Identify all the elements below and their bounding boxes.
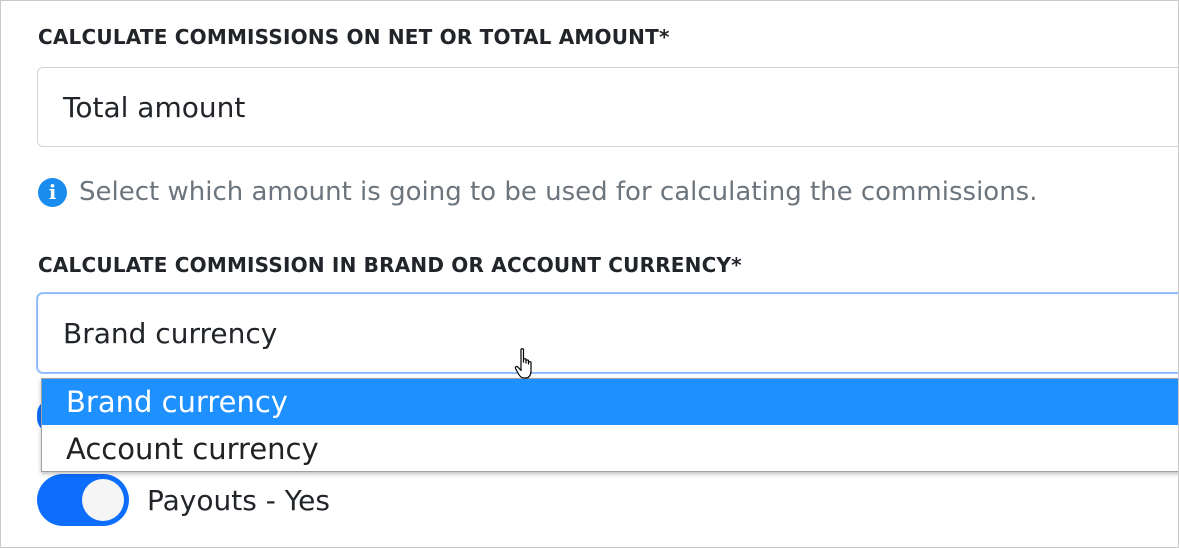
info-circle-icon: i <box>38 177 67 207</box>
dropdown-option-account-currency[interactable]: Account currency <box>42 426 1178 472</box>
payouts-toggle-label: Payouts - Yes <box>147 483 330 517</box>
commission-basis-select[interactable]: Total amount <box>37 67 1178 147</box>
commission-currency-select[interactable]: Brand currency <box>37 293 1178 373</box>
commission-currency-label: CALCULATE COMMISSION IN BRAND OR ACCOUNT… <box>38 253 742 277</box>
payouts-toggle-row: Payouts - Yes <box>37 474 330 526</box>
commission-currency-dropdown-list: Brand currency Account currency <box>41 378 1178 472</box>
toggle-knob <box>82 479 124 521</box>
commission-basis-selected-value: Total amount <box>63 91 246 124</box>
dropdown-option-brand-currency[interactable]: Brand currency <box>42 379 1178 425</box>
payouts-toggle-switch[interactable] <box>37 474 129 526</box>
commission-currency-selected-value: Brand currency <box>63 317 278 350</box>
commission-basis-label: CALCULATE COMMISSIONS ON NET OR TOTAL AM… <box>38 25 670 49</box>
hand-pointer-cursor-icon <box>514 348 532 379</box>
commission-basis-help-text: Select which amount is going to be used … <box>79 177 1038 207</box>
commission-settings-form: CALCULATE COMMISSIONS ON NET OR TOTAL AM… <box>0 0 1179 548</box>
commission-basis-help: i Select which amount is going to be use… <box>38 175 1037 209</box>
